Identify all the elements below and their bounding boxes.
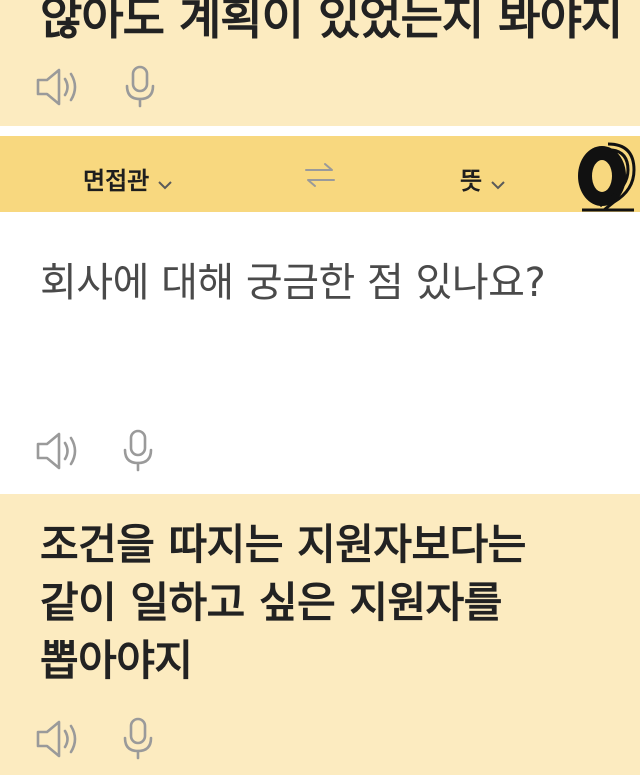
swap-languages-button[interactable] [302,158,338,196]
previous-microphone-button[interactable] [122,64,158,114]
previous-result-panel: 않아도 계획이 있었는지 봐야지 [0,0,640,126]
microphone-icon [123,429,153,472]
chevron-down-icon [157,168,173,196]
source-microphone-button[interactable] [120,428,156,478]
source-text[interactable]: 회사에 대해 궁금한 점 있나요? [40,250,546,308]
separator [0,126,640,136]
translated-line-3: 뽑아야지 [40,636,193,685]
target-language-label: 뜻 [460,167,483,195]
target-language-selector[interactable]: 뜻 [460,161,506,196]
swap-arrows-icon [305,163,335,187]
output-microphone-button[interactable] [120,716,156,766]
previous-speaker-button[interactable] [34,66,84,112]
translated-line-1: 조건을 따지는 지원자보다는 [40,520,526,569]
translated-text: 조건을 따지는 지원자보다는 같이 일하고 싶은 지원자를 뽑아야지 [40,516,620,690]
previous-result-text: 않아도 계획이 있었는지 봐야지 [40,0,623,45]
language-bar: 면접관 뜻 [0,136,640,212]
speaker-icon [36,432,77,470]
source-input-area[interactable]: 회사에 대해 궁금한 점 있나요? [0,212,640,494]
output-speaker-button[interactable] [34,718,84,764]
source-speaker-button[interactable] [34,430,84,476]
source-language-label: 면접관 [83,167,150,195]
source-language-selector[interactable]: 면접관 [83,161,173,196]
translated-line-2: 같이 일하고 싶은 지원자를 [40,578,502,627]
microphone-icon [125,65,155,108]
microphone-icon [123,717,153,760]
chevron-down-icon [490,168,506,196]
speaker-icon [36,68,77,106]
translation-output-area: 조건을 따지는 지원자보다는 같이 일하고 싶은 지원자를 뽑아야지 [0,494,640,775]
speaker-icon [36,720,77,758]
